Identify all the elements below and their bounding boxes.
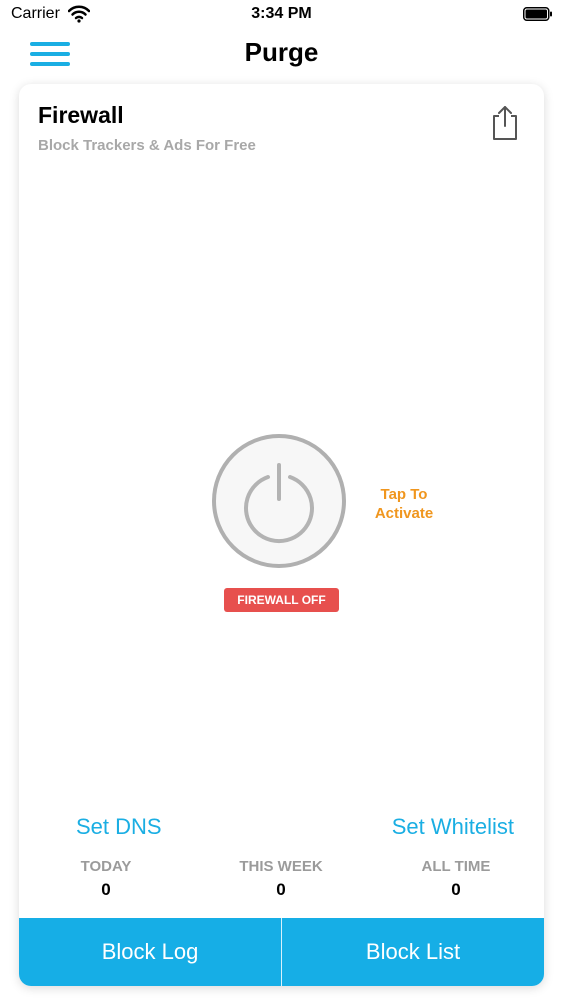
set-dns-link[interactable]: Set DNS bbox=[76, 814, 162, 840]
page-title: Purge bbox=[244, 37, 319, 67]
status-bar: Carrier 3:34 PM bbox=[0, 0, 563, 30]
stat-label: ALL TIME bbox=[421, 858, 491, 875]
card-title: Firewall bbox=[38, 102, 124, 128]
card-subtitle: Block Trackers & Ads For Free bbox=[38, 137, 256, 154]
block-list-button[interactable]: Block List bbox=[282, 918, 544, 986]
battery-icon bbox=[523, 7, 552, 21]
share-icon[interactable] bbox=[489, 104, 521, 142]
tap-hint-line-2: Activate bbox=[374, 505, 434, 522]
stat-value: 0 bbox=[276, 880, 286, 899]
stat-value: 0 bbox=[451, 880, 461, 899]
power-button[interactable] bbox=[212, 434, 346, 568]
power-icon bbox=[244, 463, 314, 544]
stat-label: TODAY bbox=[80, 858, 132, 875]
bottom-action-bar: Block Log Block List bbox=[19, 918, 544, 986]
tap-to-activate-hint: Tap To Activate bbox=[359, 485, 449, 523]
stat-value: 0 bbox=[101, 880, 111, 899]
clock: 3:34 PM bbox=[251, 5, 312, 22]
stat-label: THIS WEEK bbox=[239, 858, 323, 875]
firewall-card: Firewall Block Trackers & Ads For Free T… bbox=[19, 84, 544, 986]
block-log-button[interactable]: Block Log bbox=[19, 918, 281, 986]
firewall-status-badge: FIREWALL OFF bbox=[224, 588, 339, 612]
stat-this-week: THIS WEEK 0 bbox=[211, 858, 351, 900]
stat-today: TODAY 0 bbox=[36, 858, 176, 900]
tap-hint-line-1: Tap To bbox=[380, 486, 428, 503]
stat-all-time: ALL TIME 0 bbox=[386, 858, 526, 900]
set-whitelist-link[interactable]: Set Whitelist bbox=[392, 814, 514, 840]
nav-bar: Purge bbox=[0, 30, 563, 78]
